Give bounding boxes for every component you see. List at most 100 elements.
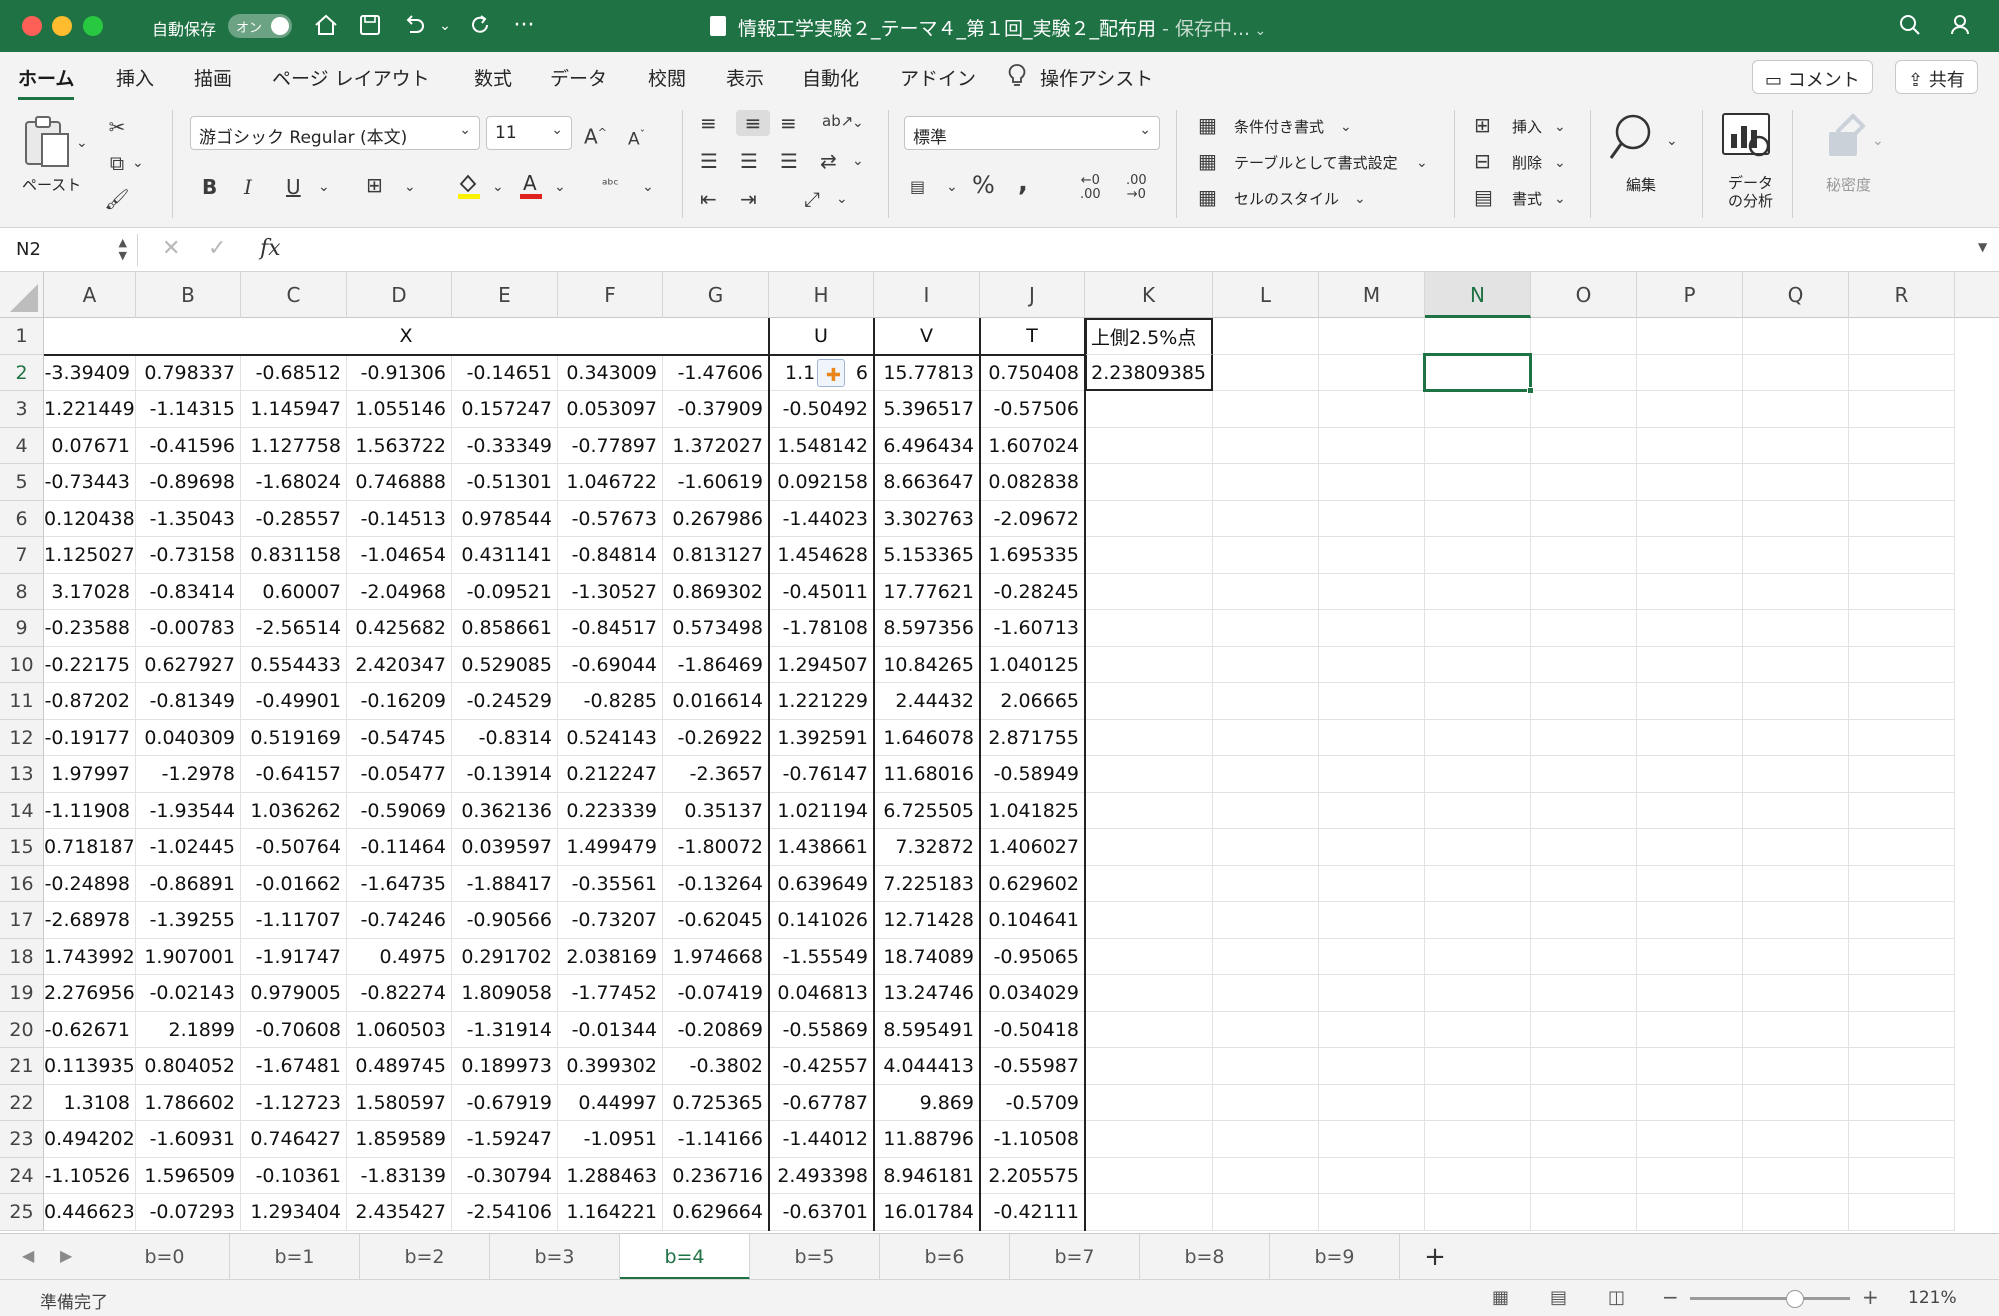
cell[interactable] — [1425, 829, 1531, 866]
table-cell[interactable]: 0.746427 — [241, 1121, 347, 1158]
decrease-font-size-icon[interactable]: Aˇ — [628, 122, 645, 153]
number-format-select[interactable]: 標準 ⌄ — [904, 116, 1160, 150]
table-cell[interactable]: 1.406027 — [980, 829, 1085, 866]
minimize-window-button[interactable] — [52, 16, 72, 36]
table-cell[interactable]: 0.399302 — [558, 1048, 663, 1085]
cell[interactable] — [1637, 719, 1743, 756]
comma-style-icon[interactable]: , — [1018, 170, 1028, 196]
table-cell[interactable]: 15.77813 — [874, 354, 980, 391]
data-analysis-icon[interactable] — [1720, 110, 1776, 166]
row-header-1[interactable]: 1 — [0, 318, 44, 355]
zoom-slider-knob[interactable] — [1786, 1290, 1804, 1308]
cell-styles-button[interactable]: セルのスタイル — [1234, 188, 1339, 209]
cell[interactable] — [1085, 427, 1213, 464]
cell[interactable] — [1085, 756, 1213, 793]
table-cell[interactable]: 13.24746 — [874, 975, 980, 1012]
cell[interactable] — [1637, 829, 1743, 866]
table-cell[interactable]: -0.84814 — [558, 537, 663, 574]
underline-chevron-down-icon[interactable]: ⌄ — [318, 174, 330, 200]
table-cell[interactable]: 0.869302 — [663, 573, 769, 610]
cell[interactable] — [1743, 1011, 1849, 1048]
font-size-select[interactable]: 11 ⌄ — [486, 116, 572, 150]
table-cell[interactable]: 0.519169 — [241, 719, 347, 756]
cell[interactable] — [1849, 975, 1955, 1012]
table-cell[interactable]: -0.63701 — [769, 1194, 874, 1231]
cell[interactable] — [1637, 1194, 1743, 1231]
table-cell[interactable]: 4.044413 — [874, 1048, 980, 1085]
table-cell[interactable]: -0.16209 — [347, 683, 452, 720]
cell[interactable] — [1425, 756, 1531, 793]
row-header-3[interactable]: 3 — [0, 391, 44, 428]
insert-cells-button[interactable]: 挿入 — [1512, 116, 1542, 137]
cell[interactable] — [1637, 464, 1743, 501]
cell[interactable] — [1213, 610, 1319, 647]
table-cell[interactable]: -0.01662 — [241, 865, 347, 902]
cell[interactable] — [1531, 646, 1637, 683]
table-cell[interactable]: -0.35561 — [558, 865, 663, 902]
header-cell-t[interactable]: T — [980, 318, 1085, 355]
search-icon[interactable] — [1896, 12, 1924, 40]
table-cell[interactable]: -0.5709 — [980, 1084, 1085, 1121]
table-cell[interactable]: 1.607024 — [980, 427, 1085, 464]
cell[interactable] — [1319, 573, 1425, 610]
table-cell[interactable]: 0.141026 — [769, 902, 874, 939]
cell[interactable] — [1425, 1194, 1531, 1231]
table-cell[interactable]: -0.05477 — [347, 756, 452, 793]
table-cell[interactable]: -0.76147 — [769, 756, 874, 793]
cell[interactable] — [1637, 975, 1743, 1012]
cell[interactable] — [1213, 573, 1319, 610]
cell[interactable] — [1085, 610, 1213, 647]
cell[interactable] — [1531, 464, 1637, 501]
cell[interactable] — [1425, 610, 1531, 647]
table-cell[interactable]: -1.60713 — [980, 610, 1085, 647]
cell[interactable] — [1319, 537, 1425, 574]
document-title[interactable]: 情報工学実験２_テーマ４_第１回_実験２_配布用 - 保存中... ⌄ — [738, 14, 1266, 41]
table-cell[interactable]: -0.02143 — [136, 975, 241, 1012]
table-cell[interactable]: 0.034029 — [980, 975, 1085, 1012]
table-cell[interactable]: -1.14166 — [663, 1121, 769, 1158]
undo-icon[interactable] — [400, 12, 428, 40]
table-cell[interactable]: -0.37909 — [663, 391, 769, 428]
cell[interactable] — [1531, 1011, 1637, 1048]
cell[interactable] — [1085, 500, 1213, 537]
table-cell[interactable]: -1.83139 — [347, 1157, 452, 1194]
cell[interactable] — [1743, 537, 1849, 574]
sheet-tab[interactable]: b=7 — [1010, 1234, 1140, 1280]
underline-button[interactable]: U — [286, 174, 301, 200]
format-cells-icon[interactable]: ▤ — [1474, 184, 1493, 210]
data-analysis-label[interactable]: データ の分析 — [1728, 174, 1773, 210]
name-box-stepper-icon[interactable]: ▲ ▼ — [119, 236, 127, 262]
table-cell[interactable]: 0.35137 — [663, 792, 769, 829]
table-cell[interactable]: -2.56514 — [241, 610, 347, 647]
table-cell[interactable]: 8.663647 — [874, 464, 980, 501]
name-box[interactable]: N2 ▲ ▼ — [6, 234, 138, 266]
account-icon[interactable] — [1948, 12, 1976, 40]
tab-formulas[interactable]: 数式 — [474, 64, 512, 91]
table-cell[interactable]: -0.64157 — [241, 756, 347, 793]
table-cell[interactable]: -0.58949 — [980, 756, 1085, 793]
table-cell[interactable]: -0.62671 — [44, 1011, 136, 1048]
table-cell[interactable]: -0.57506 — [980, 391, 1085, 428]
cell[interactable] — [1637, 1084, 1743, 1121]
cell[interactable] — [1743, 975, 1849, 1012]
cell[interactable] — [1213, 500, 1319, 537]
table-cell[interactable]: 1.646078 — [874, 719, 980, 756]
table-cell[interactable]: 0.524143 — [558, 719, 663, 756]
table-cell[interactable]: 0.718187 — [44, 829, 136, 866]
table-cell[interactable]: 1.036262 — [241, 792, 347, 829]
cell[interactable] — [1849, 318, 1955, 355]
cell[interactable] — [1531, 829, 1637, 866]
cell[interactable] — [1849, 865, 1955, 902]
copy-chevron-down-icon[interactable]: ⌄ — [132, 150, 144, 176]
row-header-4[interactable]: 4 — [0, 427, 44, 464]
cell[interactable] — [1425, 537, 1531, 574]
column-header-l[interactable]: L — [1213, 272, 1319, 318]
chevron-down-icon[interactable]: ⌄ — [1340, 114, 1352, 140]
prev-sheet-arrow-icon[interactable]: ◀ — [22, 1246, 34, 1265]
table-cell[interactable]: -1.30527 — [558, 573, 663, 610]
accounting-format-icon[interactable]: ▤ — [910, 174, 925, 200]
page-layout-view-icon[interactable]: ▤ — [1550, 1287, 1567, 1308]
table-cell[interactable]: 1.499479 — [558, 829, 663, 866]
cell[interactable] — [1213, 464, 1319, 501]
cut-icon[interactable]: ✂ — [104, 114, 130, 140]
